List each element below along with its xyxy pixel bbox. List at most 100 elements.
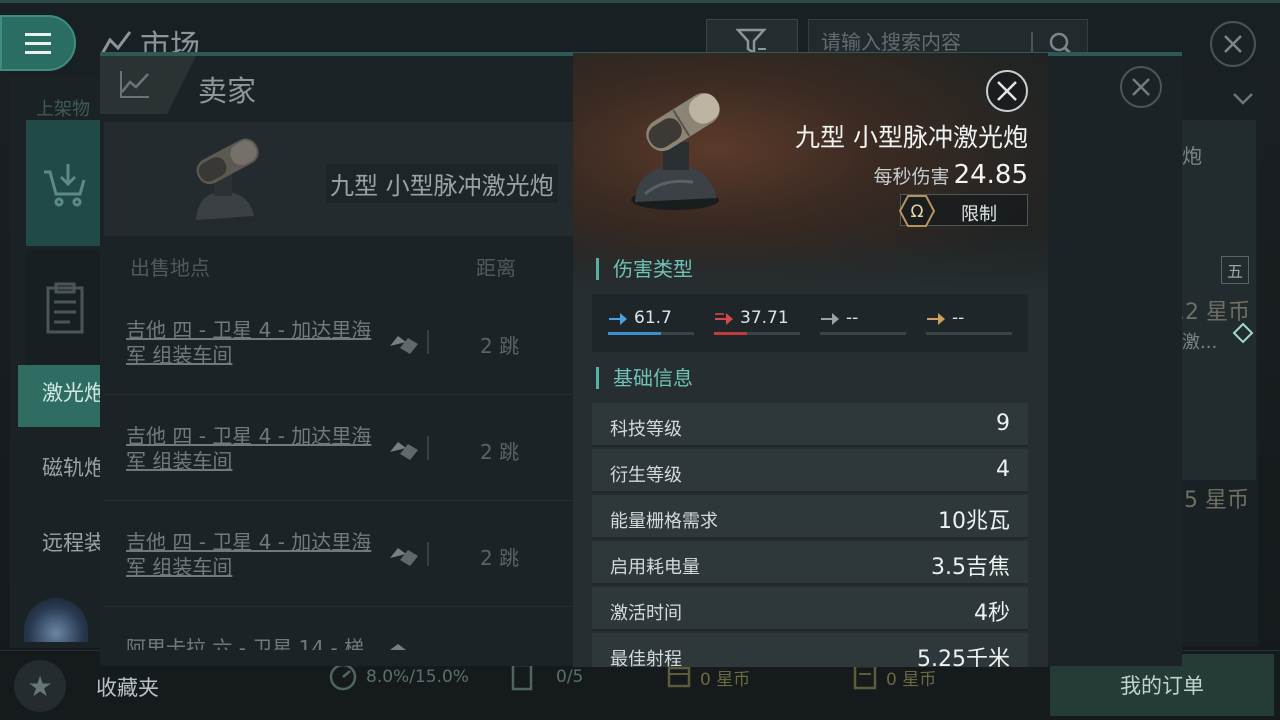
kinetic-damage-bar	[820, 332, 906, 335]
row-separator	[104, 500, 574, 501]
kinetic-damage: --	[820, 308, 910, 338]
distance-value: 2 跳	[480, 334, 520, 358]
restriction-label: 限制	[961, 204, 997, 225]
thermal-damage-icon	[715, 313, 733, 325]
explosive-damage-value: --	[952, 308, 965, 328]
tax-stat: 8.0%/15.0%	[328, 662, 469, 692]
dps-label: 每秒伤害	[873, 166, 950, 188]
detail-close-button[interactable]	[986, 70, 1028, 112]
sell-cart-tab[interactable]	[26, 120, 100, 246]
distance-value: 2 跳	[480, 440, 520, 464]
sale-location-link[interactable]: 阿里卡拉 六 - 卫星 14 - 梯	[126, 636, 382, 650]
em-damage: 61.7	[608, 308, 698, 338]
cart-download-icon	[44, 164, 86, 207]
market-close-button[interactable]	[1210, 21, 1256, 67]
info-key: 启用耗电量	[610, 557, 700, 578]
laser-turret-image	[186, 138, 262, 226]
sale-location-link[interactable]: 吉他 四 - 卫星 4 - 加达里海军 组装车间	[126, 530, 382, 580]
thermal-damage-fill	[714, 332, 747, 335]
row-divider	[427, 330, 429, 354]
em-damage-icon	[609, 313, 627, 325]
row-divider	[427, 436, 429, 460]
category-long-range[interactable]: 远程装	[18, 515, 102, 577]
distance-value: 2 跳	[480, 546, 520, 570]
info-value: 10兆瓦	[938, 509, 1010, 534]
damage-type-heading: 伤害类型	[596, 258, 693, 280]
info-key: 激活时间	[610, 603, 682, 624]
right-item-name: 炮	[1182, 144, 1202, 168]
right-item-sub: 激...	[1182, 332, 1218, 353]
column-location: 出售地点	[130, 256, 210, 280]
info-row-activation-time: 激活时间 4秒	[592, 587, 1028, 631]
explosive-damage-icon	[927, 313, 945, 325]
sale-location-link[interactable]: 吉他 四 - 卫星 4 - 加达里海军 组装车间	[126, 424, 382, 474]
close-icon	[1132, 78, 1150, 96]
route-icon[interactable]	[386, 538, 422, 568]
info-key: 最佳射程	[610, 649, 682, 667]
row-divider	[427, 542, 429, 566]
search-divider	[1031, 32, 1033, 54]
route-icon[interactable]	[386, 326, 422, 356]
slots-value: 0/5	[556, 667, 584, 687]
chevron-down-icon[interactable]	[1232, 92, 1254, 106]
info-row-activation-cost: 启用耗电量 3.5吉焦	[592, 541, 1028, 585]
dps-value: 24.85	[953, 160, 1028, 190]
info-row-optimal-range: 最佳射程 5.25千米	[592, 633, 1028, 667]
clipboard-icon	[46, 282, 84, 334]
basic-info-heading: 基础信息	[596, 367, 693, 389]
info-value: 4	[996, 457, 1010, 482]
kinetic-damage-icon	[821, 313, 839, 325]
omega-icon: Ω	[899, 195, 935, 227]
info-key: 科技等级	[610, 419, 682, 440]
svg-text:Ω: Ω	[911, 202, 924, 222]
column-distance: 距离	[476, 256, 516, 280]
favorites-star-icon[interactable]: ★	[14, 660, 66, 712]
distance-value: 本星系	[468, 646, 528, 652]
em-damage-bar	[608, 332, 694, 335]
seller-item-name: 九型 小型脉冲激光炮	[326, 164, 558, 203]
em-damage-fill	[608, 332, 662, 335]
orders-list-tab[interactable]	[26, 250, 100, 370]
row-separator	[104, 606, 574, 607]
diamond-icon	[1232, 322, 1254, 344]
tax-value: 8.0%/15.0%	[366, 667, 469, 687]
route-icon[interactable]	[386, 432, 422, 462]
coin-value-2: 0 星币	[886, 669, 937, 690]
info-key: 衍生等级	[610, 465, 682, 486]
row-separator	[104, 394, 574, 395]
thermal-damage-bar	[714, 332, 800, 335]
favorites-label[interactable]: 收藏夹	[96, 672, 159, 702]
coin-value-1: 0 星币	[700, 669, 751, 690]
menu-icon	[25, 30, 51, 57]
menu-button[interactable]	[0, 15, 76, 71]
info-value: 9	[996, 411, 1010, 436]
chart-icon	[120, 71, 149, 98]
close-icon	[997, 81, 1017, 101]
close-icon	[1224, 35, 1242, 53]
explosive-damage-bar	[926, 332, 1012, 335]
grade-badge: 五	[1221, 256, 1249, 284]
info-value: 5.25千米	[917, 647, 1010, 667]
slot-icon	[511, 663, 533, 691]
info-row-tech-level: 科技等级 9	[592, 403, 1028, 447]
info-row-powergrid: 能量栅格需求 10兆瓦	[592, 495, 1028, 539]
info-value: 4秒	[974, 601, 1010, 626]
explosive-damage: --	[926, 308, 1016, 338]
info-key: 能量栅格需求	[610, 511, 718, 532]
sale-location-link[interactable]: 吉他 四 - 卫星 4 - 加达里海军 组装车间	[126, 318, 382, 368]
seller-close-button[interactable]	[1120, 66, 1162, 108]
thermal-damage-value: 37.71	[740, 308, 789, 328]
restriction-badge[interactable]: Ω 限制	[899, 194, 1028, 227]
em-damage-value: 61.7	[634, 308, 672, 328]
kinetic-damage-value: --	[846, 308, 859, 328]
category-railgun[interactable]: 磁轨炮	[18, 440, 102, 502]
route-icon[interactable]	[386, 644, 422, 650]
gauge-icon	[329, 663, 357, 691]
detail-item-name: 九型 小型脉冲激光炮	[795, 123, 1028, 152]
listed-items-label: 上架物	[36, 99, 90, 120]
search-input[interactable]	[821, 30, 1021, 54]
thermal-damage: 37.71	[714, 308, 804, 338]
dps-display: 每秒伤害 24.85	[760, 160, 1028, 190]
info-row-meta-level: 衍生等级 4	[592, 449, 1028, 493]
category-laser[interactable]: 激光炮	[18, 365, 102, 427]
